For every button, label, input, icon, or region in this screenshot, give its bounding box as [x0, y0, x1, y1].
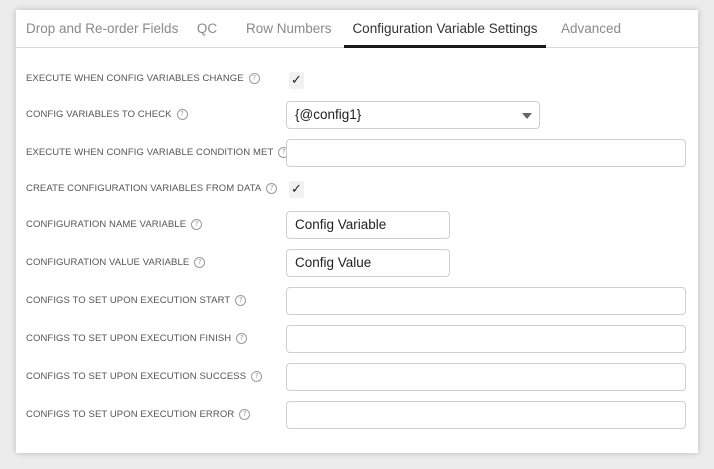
help-circle-icon[interactable]: ?	[248, 73, 260, 84]
help-circle-icon[interactable]: ?	[194, 257, 206, 268]
tab-configuration-variable-settings[interactable]: Configuration Variable Settings	[344, 10, 546, 48]
exec-success-label: CONFIGS TO SET UPON EXECUTION SUCCESS ?	[26, 371, 263, 382]
checkmark-icon: ✓	[291, 73, 302, 88]
vars-to-check-select[interactable]: {@config1}	[286, 101, 540, 129]
execute-condition-met-label: EXECUTE WHEN CONFIG VARIABLE CONDITION M…	[26, 147, 290, 158]
exec-start-label: CONFIGS TO SET UPON EXECUTION START ?	[26, 295, 247, 306]
execute-condition-met-input[interactable]	[286, 139, 686, 167]
help-circle-icon[interactable]: ?	[176, 109, 188, 120]
help-circle-icon[interactable]: ?	[239, 409, 251, 420]
checkmark-icon: ✓	[291, 182, 302, 197]
name-variable-label: CONFIGURATION NAME VARIABLE ?	[26, 219, 203, 230]
help-circle-icon[interactable]: ?	[235, 295, 247, 306]
help-circle-icon[interactable]: ?	[191, 219, 203, 230]
vars-to-check-label: CONFIG VARIABLES TO CHECK ?	[26, 109, 188, 120]
settings-panel: Drop and Re-order Fields QC Row Numbers …	[16, 10, 698, 453]
exec-start-input[interactable]	[286, 287, 686, 315]
exec-error-input[interactable]	[286, 401, 686, 429]
create-from-data-label: CREATE CONFIGURATION VARIABLES FROM DATA…	[26, 183, 278, 194]
tab-bar: Drop and Re-order Fields QC Row Numbers …	[16, 10, 698, 48]
caret-down-icon[interactable]	[522, 113, 532, 119]
tab-drop-reorder-fields[interactable]: Drop and Re-order Fields	[26, 10, 178, 47]
name-variable-input[interactable]: Config Variable	[286, 211, 450, 239]
exec-finish-label: CONFIGS TO SET UPON EXECUTION FINISH ?	[26, 333, 248, 344]
value-variable-label: CONFIGURATION VALUE VARIABLE ?	[26, 257, 206, 268]
help-circle-icon[interactable]: ?	[236, 333, 248, 344]
exec-error-label: CONFIGS TO SET UPON EXECUTION ERROR ?	[26, 409, 251, 420]
execute-when-change-label: EXECUTE WHEN CONFIG VARIABLES CHANGE ?	[26, 73, 260, 84]
execute-when-change-checkbox[interactable]: ✓	[289, 72, 304, 89]
exec-finish-input[interactable]	[286, 325, 686, 353]
tab-advanced[interactable]: Advanced	[561, 10, 621, 47]
create-from-data-checkbox[interactable]: ✓	[289, 181, 304, 198]
exec-success-input[interactable]	[286, 363, 686, 391]
value-variable-input[interactable]: Config Value	[286, 249, 450, 277]
tab-row-numbers[interactable]: Row Numbers	[246, 10, 332, 47]
help-circle-icon[interactable]: ?	[251, 371, 263, 382]
help-circle-icon[interactable]: ?	[266, 183, 278, 194]
tab-qc[interactable]: QC	[196, 10, 218, 47]
